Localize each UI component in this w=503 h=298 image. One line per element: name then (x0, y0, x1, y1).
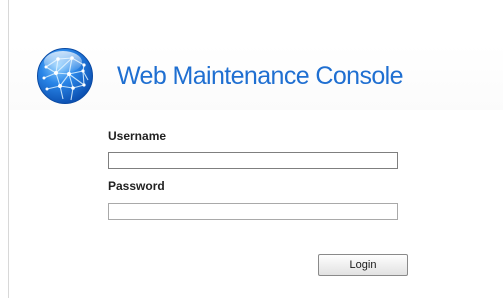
username-label: Username (108, 129, 167, 143)
password-input[interactable] (108, 203, 398, 220)
username-input[interactable] (108, 152, 398, 169)
globe-network-icon (37, 48, 93, 104)
app-title: Web Maintenance Console (117, 61, 404, 90)
login-button[interactable]: Login (318, 254, 408, 276)
console-header: Web Maintenance Console (36, 46, 404, 106)
password-label: Password (108, 179, 165, 193)
login-form: Username Password (108, 129, 408, 220)
login-page: Web Maintenance Console Username Passwor… (0, 0, 503, 298)
